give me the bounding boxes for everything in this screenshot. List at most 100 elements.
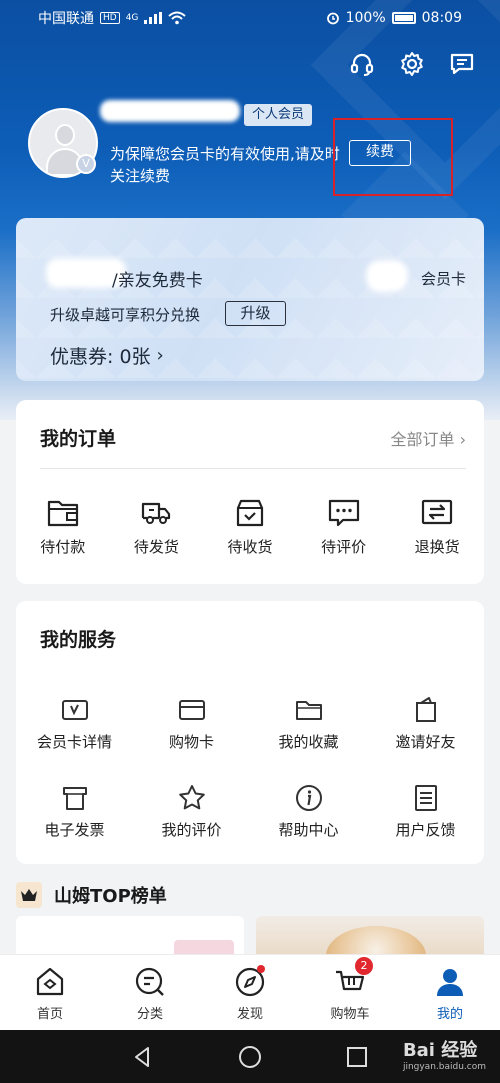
coupon-link[interactable]: 优惠券: 0张 ›: [50, 342, 164, 369]
service-label: 会员卡详情: [36, 733, 112, 751]
service-invite[interactable]: 邀请好友: [367, 695, 484, 752]
invite-icon: [415, 697, 436, 722]
back-icon[interactable]: [130, 1044, 156, 1070]
tab-cart[interactable]: 2 购物车: [300, 955, 400, 1030]
service-favorites[interactable]: 我的收藏: [250, 695, 367, 752]
membership-badge: 个人会员: [244, 104, 313, 126]
headset-icon[interactable]: [348, 50, 376, 78]
tab-label: 购物车: [330, 1007, 370, 1022]
service-my-reviews[interactable]: 我的评价: [133, 783, 250, 840]
service-label: 购物卡: [168, 733, 214, 751]
truck-icon: [142, 502, 171, 524]
order-label: 待评价: [321, 538, 367, 556]
card-tier-redacted: [366, 260, 408, 292]
order-label: 退换货: [414, 538, 460, 556]
tab-home[interactable]: 首页: [0, 955, 100, 1030]
card-icon: [178, 700, 205, 720]
wallet-icon: [47, 500, 78, 527]
order-label: 待收货: [227, 538, 273, 556]
home-icon: [36, 967, 64, 996]
exchange-icon: [422, 499, 453, 525]
battery-percent: 100%: [345, 10, 386, 26]
service-label: 用户反馈: [395, 821, 456, 839]
tab-profile[interactable]: 我的: [400, 955, 500, 1030]
services-title: 我的服务: [40, 629, 117, 651]
tab-category[interactable]: 分类: [100, 955, 200, 1030]
service-label: 我的收藏: [278, 733, 339, 751]
tab-label: 首页: [36, 1007, 63, 1022]
watermark: Bai 经验 jingyan.baidu.com: [403, 1036, 486, 1072]
tab-discover[interactable]: 发现: [200, 955, 300, 1030]
divider: [40, 468, 466, 469]
order-pending-shipment[interactable]: 待发货: [110, 496, 204, 557]
info-icon: [295, 785, 322, 811]
category-icon: [135, 967, 164, 996]
service-label: 我的评价: [161, 821, 222, 839]
comment-icon: [328, 499, 359, 527]
membership-card[interactable]: /亲友免费卡 会员卡 升级卓越可享积分兑换 升级 优惠券: 0张 ›: [16, 218, 484, 381]
clock: 08:09: [421, 10, 462, 26]
order-pending-review[interactable]: 待评价: [297, 496, 391, 557]
avatar-head: [55, 124, 75, 146]
gear-icon[interactable]: [398, 50, 426, 78]
verified-badge-icon: V: [76, 154, 96, 174]
service-gift-card[interactable]: 购物卡: [133, 695, 250, 752]
tab-label: 发现: [236, 1007, 263, 1022]
top-ranking-header[interactable]: 山姆TOP榜单: [16, 882, 167, 908]
feedback-icon: [414, 785, 437, 811]
bottom-tab-bar: 首页 分类 发现 2 购物车 我的: [0, 954, 500, 1030]
notification-dot: [257, 965, 265, 973]
invoice-icon: [62, 787, 87, 810]
service-help-center[interactable]: 帮助中心: [250, 783, 367, 840]
order-status-row: 待付款 待发货 待收货 待评价 退换货: [16, 496, 484, 557]
cart-badge: 2: [355, 957, 373, 975]
folder-icon: [295, 701, 322, 720]
network-indicator: 4G: [125, 13, 139, 23]
tab-label: 我的: [436, 1007, 463, 1022]
profile-icon: [437, 969, 463, 996]
services-row: 会员卡详情 购物卡 我的收藏 邀请好友: [16, 695, 484, 752]
status-bar: 中国联通 HD 4G 100% 08:09: [0, 0, 500, 36]
service-feedback[interactable]: 用户反馈: [367, 783, 484, 840]
message-icon[interactable]: [448, 50, 476, 78]
services-row: 电子发票 我的评价 帮助中心 用户反馈: [16, 783, 484, 840]
header-actions: [348, 50, 476, 78]
service-label: 电子发票: [44, 821, 105, 839]
username-redacted: [100, 100, 240, 122]
order-returns[interactable]: 退换货: [390, 496, 484, 557]
orders-panel: 我的订单 全部订单 › 待付款 待发货 待收货 待评价 退换货: [16, 400, 484, 584]
orders-title: 我的订单: [40, 428, 117, 450]
signal-icon: [144, 12, 163, 24]
hd-indicator: HD: [100, 12, 120, 24]
tab-label: 分类: [136, 1007, 163, 1022]
home-circle-icon[interactable]: [237, 1044, 263, 1070]
upgrade-button[interactable]: 升级: [225, 301, 286, 326]
watermark-main: Bai 经验: [402, 1040, 478, 1061]
service-invoice[interactable]: 电子发票: [16, 783, 133, 840]
chevron-right-icon: ›: [156, 345, 164, 366]
order-label: 待付款: [40, 538, 86, 556]
coupon-text: 优惠券: 0张: [50, 346, 151, 368]
order-pending-payment[interactable]: 待付款: [16, 496, 110, 557]
battery-icon: [391, 12, 416, 24]
highlight-box: [333, 118, 453, 196]
carrier-name: 中国联通: [38, 11, 94, 27]
recents-icon[interactable]: [344, 1044, 370, 1070]
order-pending-receipt[interactable]: 待收货: [203, 496, 297, 557]
all-orders-link[interactable]: 全部订单 ›: [391, 426, 467, 450]
renewal-notice: 为保障您会员卡的有效使用,请及时关注续费: [110, 145, 340, 185]
box-icon: [236, 499, 264, 527]
alarm-icon: [326, 12, 339, 25]
card-title: /亲友免费卡: [112, 271, 203, 291]
upgrade-description: 升级卓越可享积分兑换: [50, 306, 201, 324]
order-label: 待发货: [133, 538, 179, 556]
star-icon: [178, 785, 205, 810]
service-label: 帮助中心: [278, 821, 339, 839]
member-card-icon: [61, 700, 88, 720]
services-panel: 我的服务 会员卡详情 购物卡 我的收藏 邀请好友 电子发票 我的评价 帮助中心 …: [16, 601, 484, 864]
watermark-sub: jingyan.baidu.com: [402, 1062, 486, 1072]
service-label: 邀请好友: [395, 733, 456, 751]
crown-icon: [16, 882, 42, 908]
wifi-icon: [168, 11, 187, 25]
service-member-card[interactable]: 会员卡详情: [16, 695, 133, 752]
